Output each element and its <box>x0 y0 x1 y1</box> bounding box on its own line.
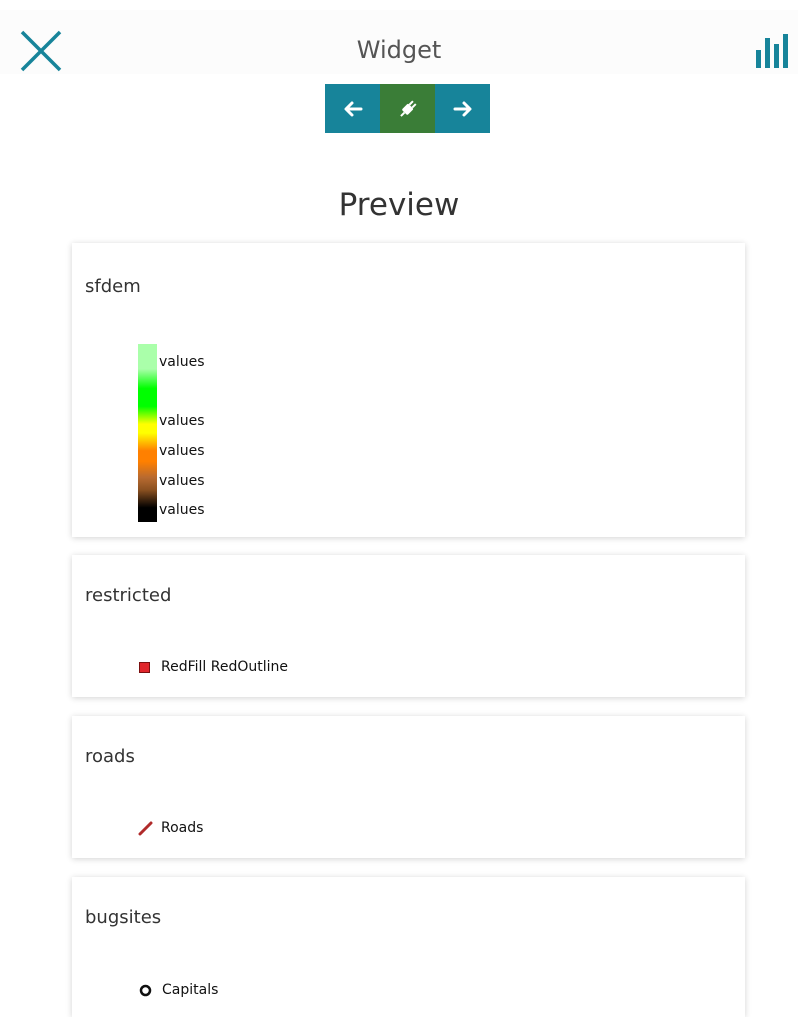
line-icon <box>138 821 153 835</box>
layer-card-sfdem: sfdem values values values values values <box>72 243 745 537</box>
legend-item: RedFill RedOutline <box>139 659 288 675</box>
ramp-label: values <box>159 473 205 489</box>
legend-item: Capitals <box>139 982 218 998</box>
ramp-label: values <box>159 413 205 429</box>
color-ramp <box>138 344 157 522</box>
connect-button[interactable] <box>380 84 435 133</box>
layer-card-roads: roads Roads <box>72 716 745 858</box>
legend-label: Capitals <box>162 982 219 998</box>
red-square-icon <box>139 661 150 673</box>
plug-icon <box>399 100 416 117</box>
legend-label: RedFill RedOutline <box>161 659 288 675</box>
ramp-label: values <box>159 354 205 370</box>
circle-point-icon <box>139 984 152 996</box>
page-title: Widget <box>356 36 442 64</box>
layer-card-restricted: restricted RedFill RedOutline <box>72 555 745 697</box>
back-button[interactable] <box>325 84 380 133</box>
layer-name: sfdem <box>85 276 141 297</box>
ramp-label: values <box>159 443 205 459</box>
arrow-left-icon <box>344 101 362 116</box>
ramp-label: values <box>159 502 205 518</box>
layer-card-bugsites: bugsites Capitals <box>72 877 745 1017</box>
forward-button[interactable] <box>435 84 490 133</box>
navigation-button-group <box>325 84 490 133</box>
chart-button[interactable] <box>750 30 796 72</box>
preview-title: Preview <box>338 187 460 223</box>
layer-name: bugsites <box>85 907 162 928</box>
arrow-right-icon <box>453 101 471 116</box>
layer-name: roads <box>85 746 135 767</box>
legend-label: Roads <box>161 820 204 836</box>
legend-item: Roads <box>138 820 203 836</box>
top-bar: Widget <box>0 10 798 74</box>
layer-name: restricted <box>85 585 172 606</box>
bar-chart-icon <box>756 34 788 68</box>
